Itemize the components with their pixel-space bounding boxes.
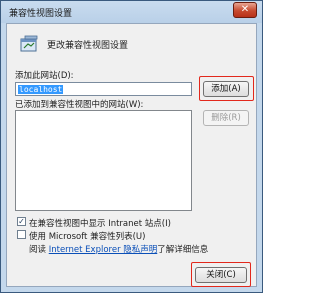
title-bar: 兼容性视图设置 ✕ <box>1 1 262 23</box>
privacy-statement-link[interactable]: Internet Explorer 隐私声明 <box>49 245 158 255</box>
add-site-input-value: localhost <box>18 85 64 94</box>
compat-view-dialog: 兼容性视图设置 ✕ 更改兼容性视图设置 添加此网站(D): localhost … <box>0 0 263 293</box>
dialog-body: 更改兼容性视图设置 添加此网站(D): localhost 添加(A) 已添加到… <box>6 23 257 287</box>
show-intranet-checkbox[interactable]: ✓ <box>17 217 26 226</box>
window-close-button[interactable]: ✕ <box>233 2 257 18</box>
delete-button[interactable]: 删除(R) <box>203 110 249 126</box>
use-ms-list-checkbox[interactable] <box>17 230 26 239</box>
privacy-line: 阅读 Internet Explorer 隐私声明了解详细信息 <box>29 243 208 255</box>
site-list-label: 已添加到兼容性视图中的网站(W): <box>15 100 144 110</box>
show-intranet-label: 在兼容性视图中显示 Intranet 站点(I) <box>29 219 171 229</box>
add-button-highlight <box>199 76 254 101</box>
add-site-label: 添加此网站(D): <box>15 71 74 81</box>
header-text: 更改兼容性视图设置 <box>47 41 129 51</box>
compatibility-view-icon <box>20 35 38 52</box>
add-site-input[interactable]: localhost <box>15 82 192 96</box>
window-title: 兼容性视图设置 <box>9 9 73 19</box>
privacy-suffix: 了解详细信息 <box>157 245 209 255</box>
site-list[interactable] <box>15 110 192 211</box>
close-button-highlight <box>191 262 251 287</box>
use-ms-list-label: 使用 Microsoft 兼容性列表(U) <box>29 232 146 242</box>
privacy-prefix: 阅读 <box>29 245 47 255</box>
